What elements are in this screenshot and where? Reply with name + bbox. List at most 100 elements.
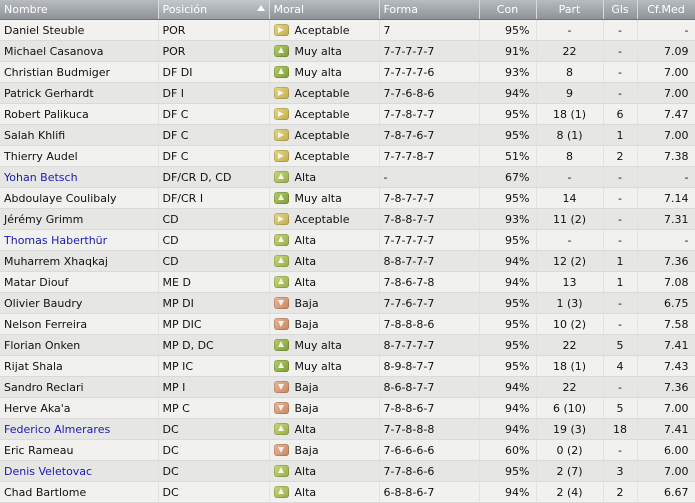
table-row[interactable]: Matar Diouf ME D Alta 7-8-6-7-8 94% 13 1 7.08: [0, 271, 695, 293]
player-morale: Alta: [269, 229, 380, 251]
player-name: Florian Onken: [0, 334, 159, 356]
table-row[interactable]: Thomas Haberthür CD Alta 7-7-7-7-7 95% - - -: [0, 229, 695, 251]
player-condition: 91%: [479, 40, 537, 62]
table-row[interactable]: Florian Onken MP D, DC Muy alta 8-7-7-7-7 95…: [0, 334, 695, 356]
table-row[interactable]: Herve Aka'a MP C Baja 7-8-8-6-7 94% 6 (10) 5 7.…: [0, 397, 695, 419]
player-form: 6-8-8-6-7: [379, 481, 480, 503]
player-appearances: -: [536, 19, 604, 41]
player-condition: 95%: [479, 313, 537, 335]
player-appearances: 14: [536, 187, 604, 209]
player-morale: Aceptable: [269, 19, 380, 41]
player-condition: 95%: [479, 187, 537, 209]
player-goals: -: [603, 292, 638, 314]
player-goals: 1: [603, 124, 638, 146]
morale-aceptable-icon: [273, 150, 289, 162]
morale-label: Alta: [294, 170, 317, 184]
player-goals: -: [603, 229, 638, 251]
table-row[interactable]: Olivier Baudry MP DI Baja 7-7-6-7-7 95% 1 (3)…: [0, 292, 695, 314]
player-goals: -: [603, 166, 638, 188]
player-name[interactable]: Thomas Haberthür: [0, 229, 159, 251]
player-goals: 6: [603, 103, 638, 125]
table-row[interactable]: Sandro Reclari MP I Baja 8-6-8-7-7 94% 22-7.3…: [0, 376, 695, 398]
morale-label: Aceptable: [294, 149, 350, 163]
column-header-avg-rating[interactable]: Cf.Med: [637, 0, 695, 20]
player-morale: Baja: [269, 439, 380, 461]
player-name[interactable]: Denis Veletovac: [0, 460, 159, 482]
column-header-position[interactable]: Posición: [158, 0, 270, 20]
player-form: 7-7-7-7-7: [379, 229, 480, 251]
table-row[interactable]: Federico Almerares DC Alta 7-7-8-8-8 94% 19 (…: [0, 418, 695, 440]
table-row[interactable]: Thierry Audel DF C Aceptable 7-7-7-8-7 51% 8 2…: [0, 145, 695, 167]
player-position: POR: [158, 40, 270, 62]
player-condition: 67%: [479, 166, 537, 188]
table-row[interactable]: Nelson Ferreira MP DIC Baja 7-8-8-8-6 95% 10 …: [0, 313, 695, 335]
table-row[interactable]: Patrick Gerhardt DF I Aceptable 7-7-6-8-6 94…: [0, 82, 695, 104]
table-row[interactable]: Muharrem Xhaqkaj CD Alta 8-8-7-7-7 94% 12 (2)…: [0, 250, 695, 272]
table-row[interactable]: Chad Bartlome DC Alta 6-8-8-6-7 94% 2 (4) 2 6.6…: [0, 481, 695, 503]
table-row[interactable]: Yohan Betsch DF/CR D, CD Alta -67% - - -: [0, 166, 695, 188]
player-avg-rating: 7.36: [637, 376, 695, 398]
table-row[interactable]: Denis Veletovac DC Alta 7-7-8-6-6 95% 2 (7) 3 7…: [0, 460, 695, 482]
player-name[interactable]: Yohan Betsch: [0, 166, 159, 188]
table-row[interactable]: Jérémy Grimm CD Aceptable 7-8-8-7-7 93% 11 (2…: [0, 208, 695, 230]
player-form: 7-8-7-7-7: [379, 187, 480, 209]
column-header-condition[interactable]: Con: [479, 0, 537, 20]
player-name: Christian Budmiger: [0, 61, 159, 83]
column-header-appearances[interactable]: Part: [536, 0, 604, 20]
player-avg-rating: 7.43: [637, 355, 695, 377]
morale-aceptable-icon: [273, 213, 289, 225]
column-header-name[interactable]: Nombre: [0, 0, 159, 20]
player-morale: Muy alta: [269, 355, 380, 377]
table-row[interactable]: Eric Rameau DC Baja 7-6-6-6-6 60% 0 (2) -6.00: [0, 439, 695, 461]
table-row[interactable]: Abdoulaye Coulibaly DF/CR I Muy alta 7-8-7-…: [0, 187, 695, 209]
player-avg-rating: 7.08: [637, 271, 695, 293]
player-goals: 5: [603, 397, 638, 419]
player-morale: Baja: [269, 376, 380, 398]
player-form: 7-6-6-6-6: [379, 439, 480, 461]
table-row[interactable]: Robert Palikuca DF C Aceptable 7-7-8-7-7 95%…: [0, 103, 695, 125]
player-morale: Alta: [269, 460, 380, 482]
player-morale: Alta: [269, 481, 380, 503]
player-name: Chad Bartlome: [0, 481, 159, 503]
player-morale: Baja: [269, 313, 380, 335]
player-name: Salah Khlifi: [0, 124, 159, 146]
player-position: MP D, DC: [158, 334, 270, 356]
player-avg-rating: 7.58: [637, 313, 695, 335]
morale-aceptable-icon: [273, 87, 289, 99]
morale-muyalta-icon: [273, 66, 289, 78]
morale-aceptable-icon: [273, 108, 289, 120]
morale-label: Aceptable: [294, 107, 350, 121]
player-morale: Alta: [269, 250, 380, 272]
morale-label: Alta: [294, 254, 317, 268]
table-row[interactable]: Rijat Shala MP IC Muy alta 8-9-8-7-7 95% 18 (…: [0, 355, 695, 377]
player-avg-rating: 7.00: [637, 61, 695, 83]
player-condition: 95%: [479, 19, 537, 41]
player-avg-rating: 7.09: [637, 40, 695, 62]
player-name: Abdoulaye Coulibaly: [0, 187, 159, 209]
player-form: 8-6-8-7-7: [379, 376, 480, 398]
column-header-goals[interactable]: Gls: [603, 0, 638, 20]
player-condition: 94%: [479, 397, 537, 419]
player-avg-rating: 7.00: [637, 397, 695, 419]
player-condition: 94%: [479, 82, 537, 104]
player-position: MP DIC: [158, 313, 270, 335]
morale-muyalta-icon: [273, 339, 289, 351]
table-row[interactable]: Salah Khlifi DF C Aceptable 7-8-7-6-7 95% 8 (…: [0, 124, 695, 146]
player-avg-rating: 7.00: [637, 82, 695, 104]
table-row[interactable]: Michael Casanova POR Muy alta 7-7-7-7-7 91% 2…: [0, 40, 695, 62]
player-position: DF DI: [158, 61, 270, 83]
column-header-form[interactable]: Forma: [379, 0, 480, 20]
player-form: 7-8-8-7-7: [379, 208, 480, 230]
morale-muyalta-icon: [273, 192, 289, 204]
player-position: CD: [158, 250, 270, 272]
player-morale: Aceptable: [269, 103, 380, 125]
player-avg-rating: 7.47: [637, 103, 695, 125]
player-name[interactable]: Federico Almerares: [0, 418, 159, 440]
table-row[interactable]: Christian Budmiger DF DI Muy alta 7-7-7-7-6…: [0, 61, 695, 83]
player-avg-rating: 7.14: [637, 187, 695, 209]
player-avg-rating: 6.67: [637, 481, 695, 503]
table-row[interactable]: Daniel Steuble POR Aceptable 7 95% - - -: [0, 19, 695, 41]
column-header-morale[interactable]: Moral: [269, 0, 380, 20]
player-morale: Muy alta: [269, 61, 380, 83]
player-avg-rating: 7.41: [637, 418, 695, 440]
